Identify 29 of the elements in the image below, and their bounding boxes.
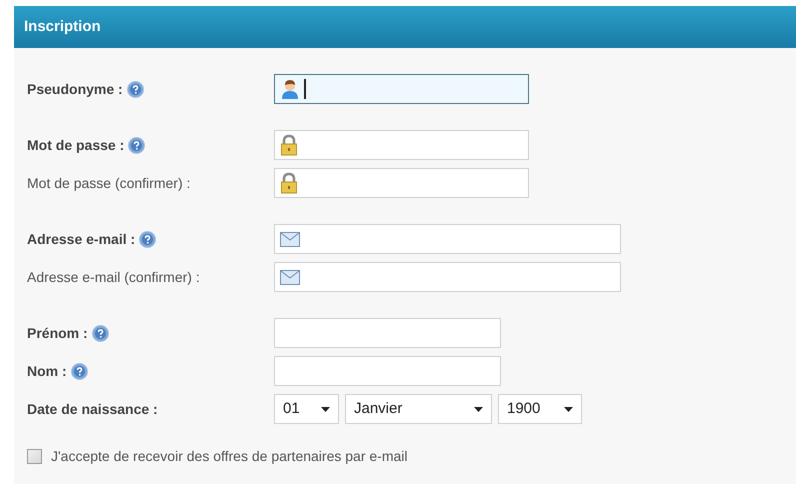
field-label: Adresse e-mail (confirmer) : xyxy=(27,268,200,287)
user-icon xyxy=(280,78,300,100)
dropdown-caret-icon xyxy=(564,406,573,412)
dropdown-caret-icon xyxy=(474,406,483,412)
field-label: Pseudonyme : xyxy=(27,80,123,99)
checkbox-label: J'accepte de recevoir des offres de partenaires par e-mail xyxy=(51,447,408,466)
panel-title: Inscription xyxy=(24,16,101,37)
help-icon[interactable] xyxy=(128,136,146,154)
help-icon[interactable] xyxy=(92,324,109,342)
field-label: Nom : xyxy=(27,362,67,380)
checkbox[interactable] xyxy=(27,449,42,464)
help-icon[interactable] xyxy=(126,80,144,98)
dropdown[interactable]: 01 xyxy=(274,394,339,424)
help-icon[interactable] xyxy=(70,362,88,380)
text-field[interactable] xyxy=(274,74,529,104)
field-label: Date de naissance : xyxy=(27,400,158,418)
dropdown[interactable]: Janvier xyxy=(345,394,492,424)
field-label: Mot de passe (confirmer) : xyxy=(27,174,190,193)
padlock-icon xyxy=(280,134,298,156)
dropdown[interactable]: 1900 xyxy=(498,394,582,424)
envelope-icon xyxy=(280,270,300,284)
field-label: Mot de passe : xyxy=(27,136,124,155)
field-label: Prénom : xyxy=(27,324,88,342)
padlock-icon xyxy=(280,172,298,194)
help-icon[interactable] xyxy=(139,230,156,248)
envelope-icon xyxy=(280,232,300,246)
text-cursor xyxy=(304,79,306,99)
dropdown-caret-icon xyxy=(321,406,330,412)
field-label: Adresse e-mail : xyxy=(27,230,136,248)
